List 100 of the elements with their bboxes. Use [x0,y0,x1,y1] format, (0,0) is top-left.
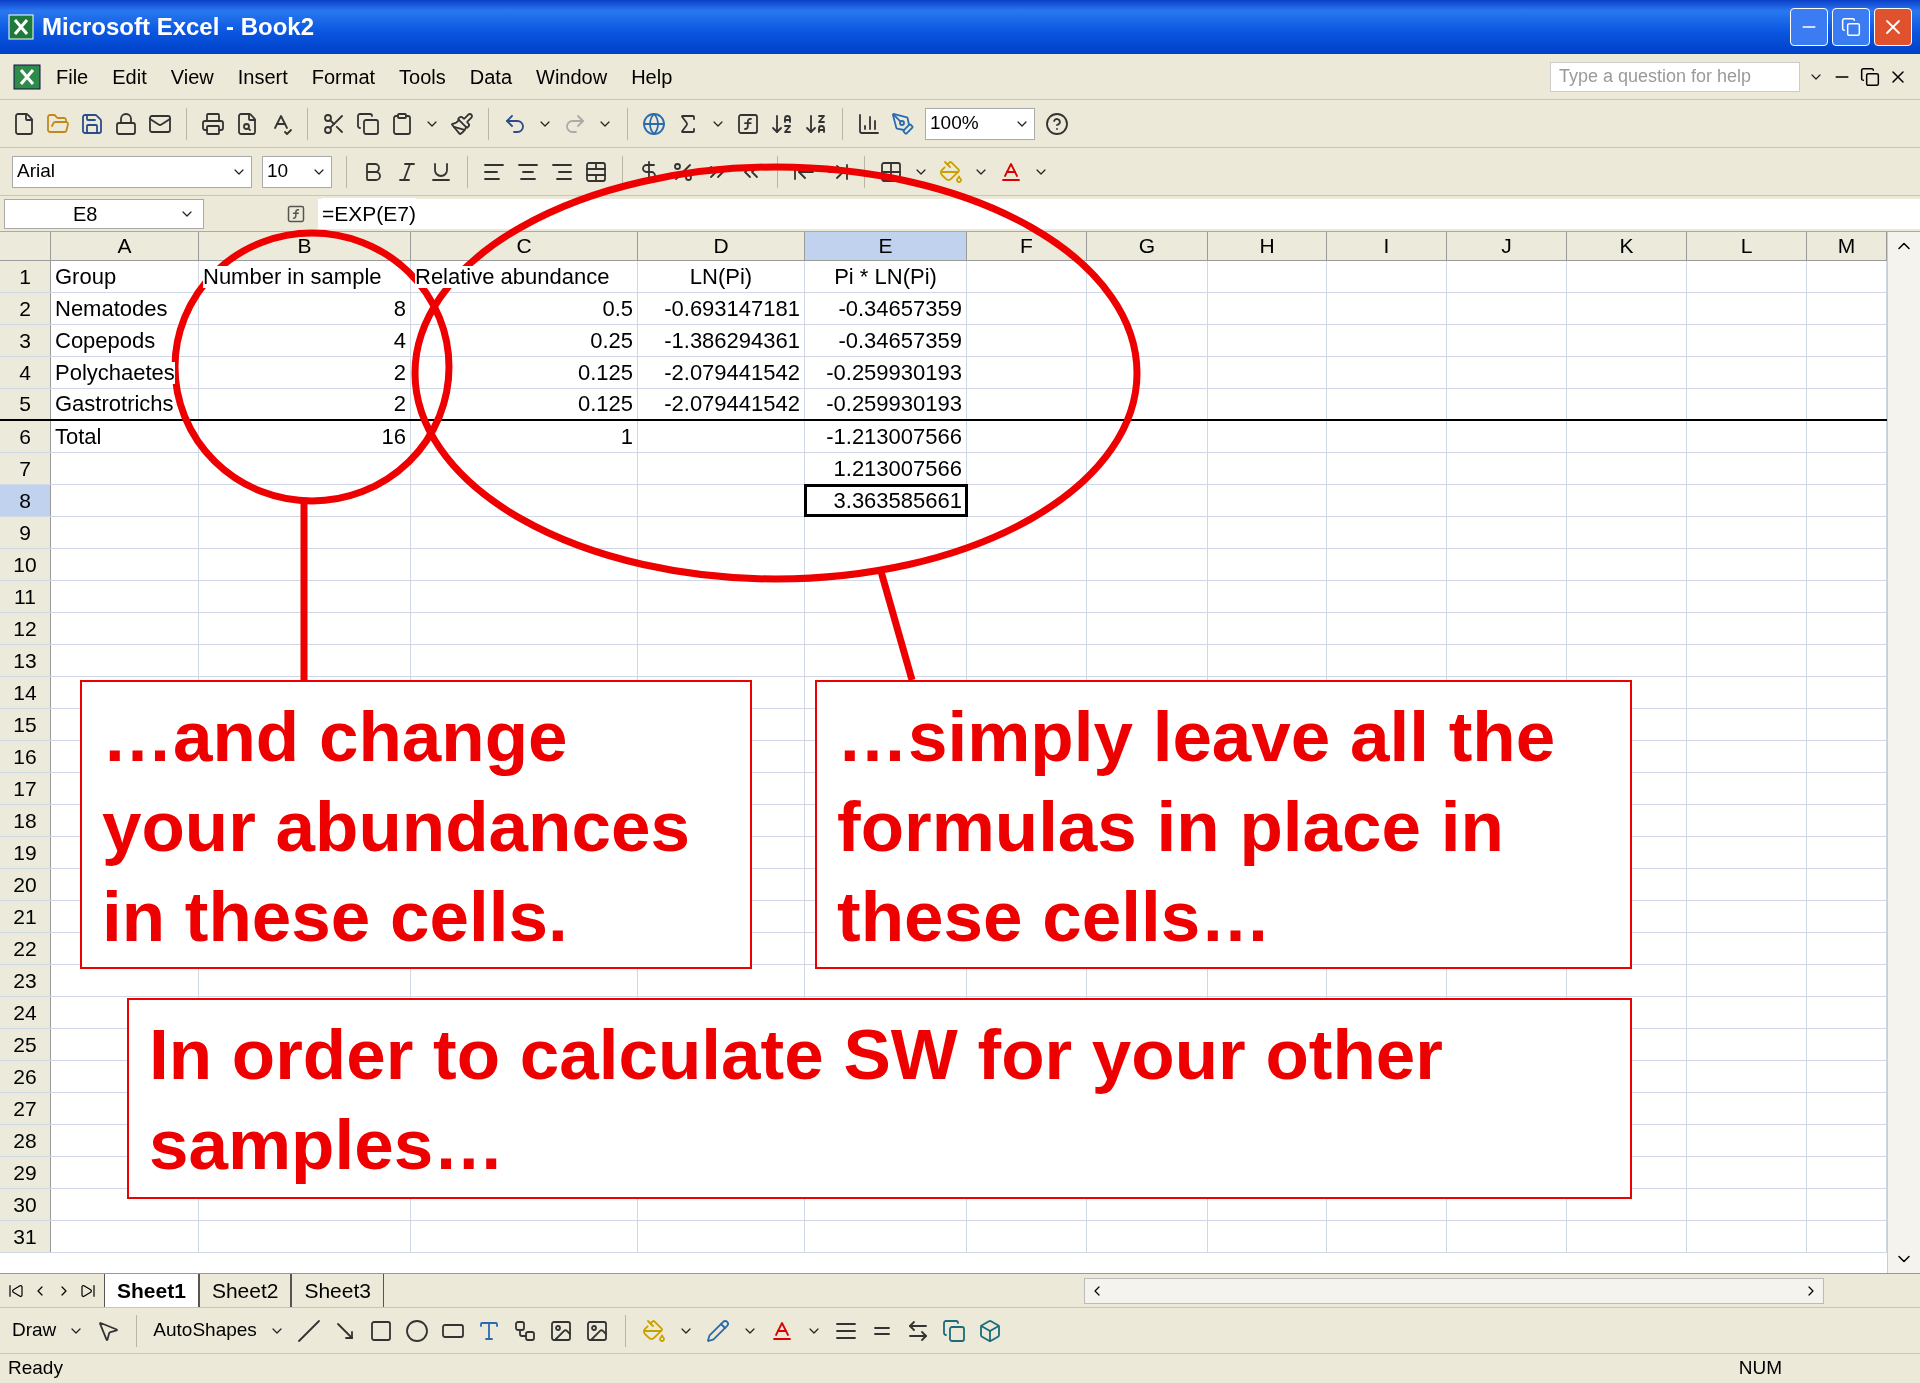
row-header[interactable]: 23 [0,965,51,996]
fill-color-icon[interactable] [939,159,963,184]
spreadsheet-logo-icon[interactable] [12,62,42,91]
copy-icon[interactable] [356,111,380,136]
row-header[interactable]: 15 [0,709,51,740]
font-name-field[interactable]: Arial [12,155,252,188]
cell-text: Polychaetes [55,361,175,384]
row-header[interactable]: 14 [0,677,51,708]
row-header[interactable]: 29 [0,1157,51,1188]
oval-icon[interactable] [404,1318,429,1343]
sheet-tab[interactable]: Sheet1 [104,1274,199,1307]
paste-icon[interactable] [390,111,414,136]
row-header[interactable]: 10 [0,549,51,580]
row-header[interactable]: 11 [0,581,51,612]
menu-item[interactable]: Data [459,61,523,92]
print-preview-icon[interactable] [235,111,259,136]
row-header[interactable]: 4 [0,357,51,388]
active-cell[interactable]: 3.363585661 [805,485,967,516]
cell-text: Number in sample [203,265,382,288]
row-header[interactable]: 3 [0,325,51,356]
formula-field[interactable]: =EXP(E7) [318,198,1920,229]
window-title: Microsoft Excel - Book2 [42,12,315,42]
restore-button[interactable] [1832,8,1870,46]
row-header[interactable]: 18 [0,805,51,836]
horizontal-scrollbar[interactable] [1084,1277,1824,1304]
row-header[interactable]: 9 [0,517,51,548]
menu-item[interactable]: View [160,61,224,92]
menu-item[interactable]: Window [526,61,618,92]
sheet-tab[interactable]: Sheet2 [198,1274,292,1307]
callout-text: In order to calculate SW for your other samples… [149,1014,1444,1186]
column-header[interactable]: E [805,232,967,260]
help-icon[interactable] [1045,111,1069,136]
status-text: Ready [8,1356,63,1381]
cell-text: Copepods [55,329,156,352]
chart-icon[interactable] [857,111,881,136]
row-header[interactable]: 27 [0,1093,51,1124]
function-icon[interactable] [736,111,760,136]
autoshapes-menu-button[interactable]: AutoShapes [153,1316,257,1345]
first-sheet-icon[interactable] [8,1282,24,1299]
minimize-button[interactable] [1790,8,1828,46]
row-header[interactable]: 20 [0,869,51,900]
row-header[interactable]: 8 [0,485,51,516]
restore-icon[interactable] [1860,66,1880,87]
format-painter-icon[interactable] [450,111,474,136]
row-header[interactable]: 13 [0,645,51,676]
picture-icon[interactable] [584,1318,609,1343]
menu-item[interactable]: Edit [102,61,157,92]
zoom-field[interactable]: 100% [925,107,1035,140]
callout-text: …simply leave all the formulas in place in these cells… [837,696,1557,958]
fill-color-icon[interactable] [641,1318,666,1343]
rectangle-icon[interactable] [368,1318,393,1343]
cut-icon[interactable] [322,111,346,136]
borders-icon[interactable] [879,159,903,184]
row-header[interactable]: 28 [0,1125,51,1156]
row-header[interactable]: 7 [0,453,51,484]
save-icon[interactable] [80,111,104,136]
row-header[interactable]: 25 [0,1029,51,1060]
close-button[interactable] [1874,8,1912,46]
help-search-field[interactable]: Type a question for help [1550,61,1800,92]
3d-style-icon[interactable] [977,1318,1002,1343]
lock-icon[interactable] [114,111,138,136]
row-header[interactable]: 26 [0,1061,51,1092]
clip-art-icon[interactable] [548,1318,573,1343]
print-icon[interactable] [201,111,225,136]
vertical-scrollbar[interactable] [1887,232,1920,1273]
row-header[interactable]: 30 [0,1189,51,1220]
globe-icon[interactable] [642,111,666,136]
cell-text: LN(Pi) [689,265,753,288]
row-header[interactable]: 17 [0,773,51,804]
line-color-icon[interactable] [705,1318,730,1343]
row-header[interactable]: 5 [0,389,51,419]
menu-item[interactable]: File [46,61,99,92]
row-header[interactable]: 31 [0,1221,51,1252]
row-header[interactable]: 16 [0,741,51,772]
drawing-icon[interactable] [891,111,915,136]
row-header[interactable]: 19 [0,837,51,868]
menu-item[interactable]: Help [621,61,683,92]
diagram-icon[interactable] [512,1318,537,1343]
callout-text: …and change your abundances in these cells. [102,696,691,958]
row-header[interactable]: 1 [0,261,51,292]
row-header[interactable]: 24 [0,997,51,1028]
name-box[interactable]: E8 [4,198,204,229]
font-size-field[interactable]: 10 [262,155,332,188]
function-icon[interactable] [286,203,306,224]
row-header[interactable]: 22 [0,933,51,964]
num-lock-indicator: NUM [1738,1356,1782,1381]
row-header[interactable]: 2 [0,293,51,324]
shadow-icon[interactable] [941,1318,966,1343]
last-sheet-icon[interactable] [80,1282,96,1299]
row-header[interactable]: 12 [0,613,51,644]
sheet-tab[interactable]: Sheet3 [291,1274,384,1307]
menu-item[interactable]: Tools [389,61,456,92]
new-file-icon[interactable] [12,111,36,136]
menu-item[interactable]: Insert [227,61,298,92]
row-header[interactable]: 21 [0,901,51,932]
line-icon[interactable] [296,1318,321,1343]
menu-item[interactable]: Format [301,61,386,92]
row-header[interactable]: 6 [0,421,51,452]
draw-menu-button[interactable]: Draw [12,1316,57,1345]
merge-cells-icon[interactable] [584,159,608,184]
